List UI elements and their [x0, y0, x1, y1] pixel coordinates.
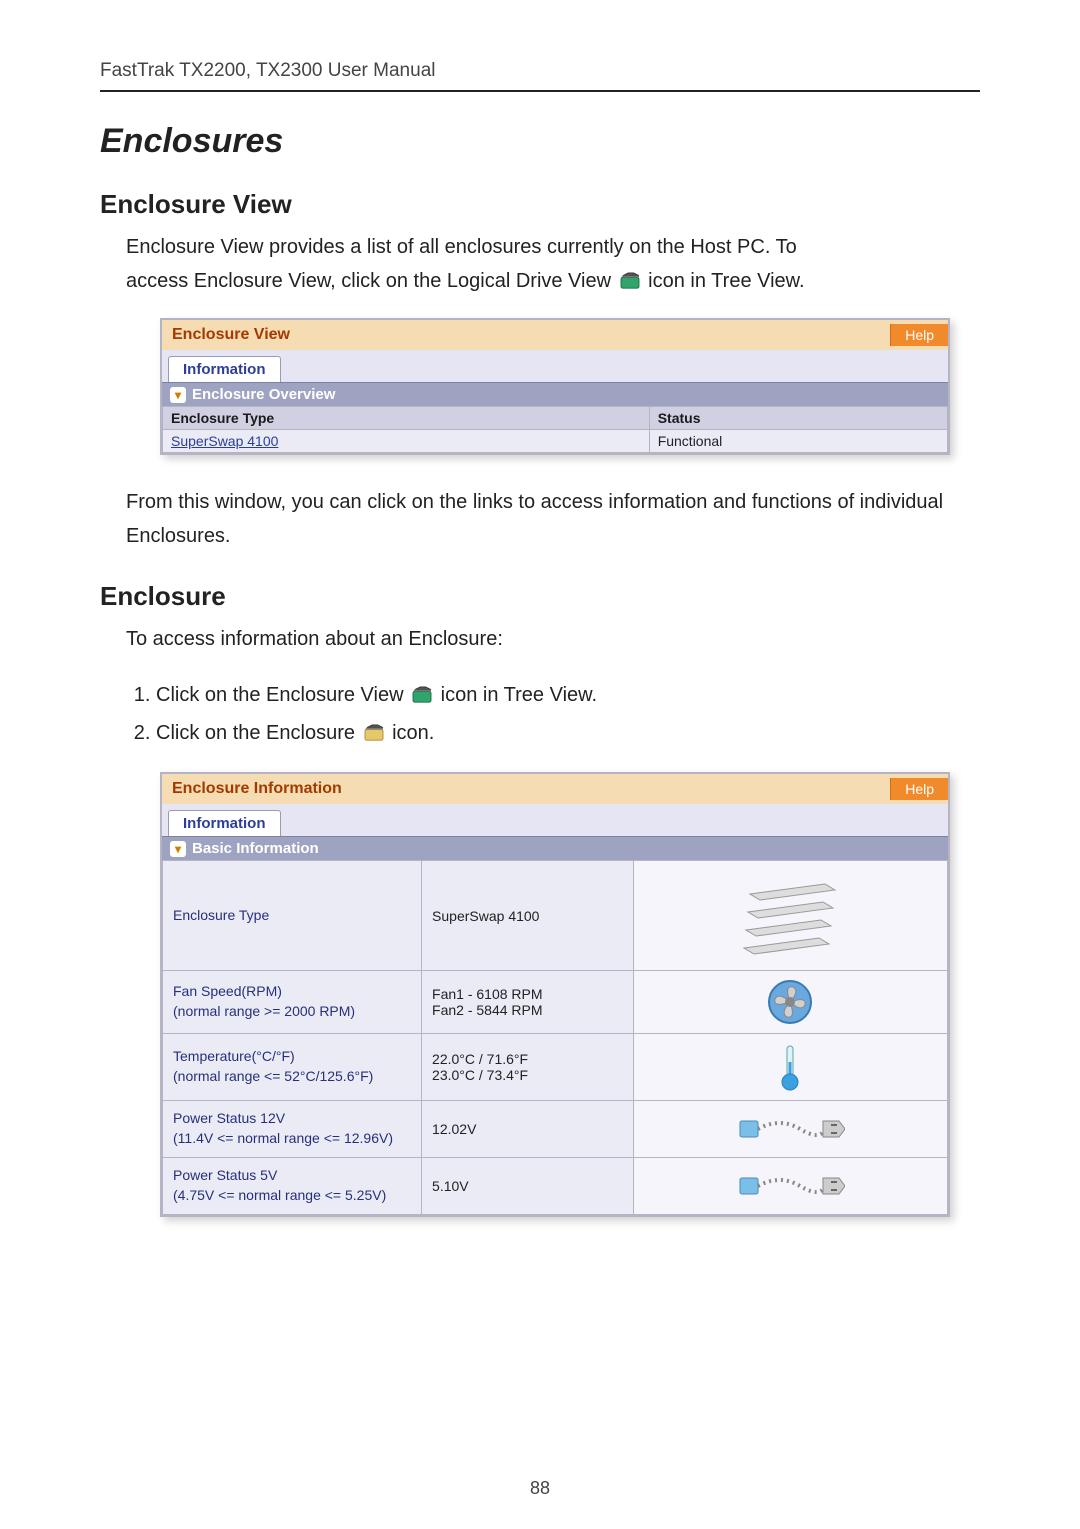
step2-text-b: icon.: [392, 722, 434, 744]
help-button[interactable]: Help: [890, 324, 948, 346]
row-label-type: Enclosure Type: [163, 861, 422, 971]
tab-information[interactable]: Information: [168, 356, 281, 382]
expand-icon: ▾: [170, 841, 186, 857]
p12-label-a: Power Status 12V: [173, 1110, 285, 1126]
panel1-section-bar[interactable]: ▾ Enclosure Overview: [162, 382, 948, 406]
para-intro-1-line2b: icon in Tree View.: [648, 270, 804, 292]
panel1-section-title: Enclosure Overview: [192, 386, 335, 403]
row-value-fan: Fan1 - 6108 RPM Fan2 - 5844 RPM: [422, 971, 634, 1034]
p12-label-b: (11.4V <= normal range <= 12.96V): [173, 1130, 393, 1146]
row-value-type: SuperSwap 4100: [422, 861, 634, 971]
table-row: Fan Speed(RPM) (normal range >= 2000 RPM…: [163, 971, 948, 1034]
step2-text-a: Click on the Enclosure: [156, 722, 361, 744]
enclosure-view-icon: [619, 267, 641, 285]
para-enclosure-intro: To access information about an Enclosure…: [126, 622, 980, 656]
temp-label-a: Temperature(°C/°F): [173, 1048, 295, 1064]
step1-text-a: Click on the Enclosure View: [156, 684, 409, 706]
fan-val-a: Fan1 - 6108 RPM: [432, 986, 543, 1002]
table-header-row: Enclosure Type Status: [163, 407, 948, 430]
enclosure-view-icon: [411, 679, 433, 697]
para-intro-1-line1: Enclosure View provides a list of all en…: [126, 236, 797, 258]
temp-label-b: (normal range <= 52°C/125.6°F): [173, 1068, 373, 1084]
enclosure-status-value: Functional: [649, 430, 947, 453]
page-number: 88: [0, 1478, 1080, 1499]
panel1-titlebar: Enclosure View Help: [162, 320, 948, 350]
table-row: Enclosure Type SuperSwap 4100: [163, 861, 948, 971]
para-intro-1: Enclosure View provides a list of all en…: [126, 230, 980, 298]
p5-label-b: (4.75V <= normal range <= 5.25V): [173, 1187, 386, 1203]
step1-text-b: icon in Tree View.: [441, 684, 597, 706]
power-plug-icon: [633, 1101, 947, 1158]
thermometer-icon: [633, 1034, 947, 1101]
temp-val-b: 23.0°C / 73.4°F: [432, 1067, 528, 1083]
panel2-section-title: Basic Information: [192, 840, 319, 857]
fan-label-a: Fan Speed(RPM): [173, 983, 282, 999]
enclosure-link-superswap[interactable]: SuperSwap 4100: [171, 433, 278, 449]
col-status: Status: [649, 407, 947, 430]
steps-list: Click on the Enclosure View icon in Tree…: [126, 676, 980, 752]
row-label-fan: Fan Speed(RPM) (normal range >= 2000 RPM…: [163, 971, 422, 1034]
col-enclosure-type: Enclosure Type: [163, 407, 650, 430]
temp-val-a: 22.0°C / 71.6°F: [432, 1051, 528, 1067]
panel1-title: Enclosure View: [172, 326, 290, 344]
enclosure-overview-table: Enclosure Type Status SuperSwap 4100 Fun…: [162, 406, 948, 453]
panel2-titlebar: Enclosure Information Help: [162, 774, 948, 804]
table-row: Temperature(°C/°F) (normal range <= 52°C…: [163, 1034, 948, 1101]
row-label-p12: Power Status 12V (11.4V <= normal range …: [163, 1101, 422, 1158]
row-value-temp: 22.0°C / 71.6°F 23.0°C / 73.4°F: [422, 1034, 634, 1101]
expand-icon: ▾: [170, 387, 186, 403]
row-value-p5: 5.10V: [422, 1158, 634, 1215]
page: FastTrak TX2200, TX2300 User Manual Encl…: [0, 0, 1080, 1529]
help-button[interactable]: Help: [890, 778, 948, 800]
para-intro-1-line2a: access Enclosure View, click on the Logi…: [126, 270, 617, 292]
heading-enclosure: Enclosure: [100, 581, 980, 612]
table-row: Power Status 12V (11.4V <= normal range …: [163, 1101, 948, 1158]
list-item: Click on the Enclosure View icon in Tree…: [156, 676, 980, 714]
enclosure-image: [633, 861, 947, 971]
panel-enclosure-view: Enclosure View Help Information ▾ Enclos…: [160, 318, 950, 455]
p5-label-a: Power Status 5V: [173, 1167, 277, 1183]
para-after-panel1: From this window, you can click on the l…: [126, 485, 980, 553]
fan-val-b: Fan2 - 5844 RPM: [432, 1002, 543, 1018]
row-label-p5: Power Status 5V (4.75V <= normal range <…: [163, 1158, 422, 1215]
fan-icon: [633, 971, 947, 1034]
panel2-title: Enclosure Information: [172, 780, 342, 798]
row-label-temp: Temperature(°C/°F) (normal range <= 52°C…: [163, 1034, 422, 1101]
manual-header: FastTrak TX2200, TX2300 User Manual: [100, 60, 980, 92]
heading-enclosure-view: Enclosure View: [100, 189, 980, 220]
tab-information[interactable]: Information: [168, 810, 281, 836]
panel-enclosure-information: Enclosure Information Help Information ▾…: [160, 772, 950, 1217]
panel1-tabrow: Information: [162, 350, 948, 382]
list-item: Click on the Enclosure icon.: [156, 714, 980, 752]
table-row: Power Status 5V (4.75V <= normal range <…: [163, 1158, 948, 1215]
page-section-title: Enclosures: [100, 122, 980, 161]
power-plug-icon: [633, 1158, 947, 1215]
fan-label-b: (normal range >= 2000 RPM): [173, 1003, 355, 1019]
row-value-p12: 12.02V: [422, 1101, 634, 1158]
table-row: SuperSwap 4100 Functional: [163, 430, 948, 453]
basic-information-table: Enclosure Type SuperSwap 4100 Fan: [162, 860, 948, 1215]
panel2-tabrow: Information: [162, 804, 948, 836]
panel2-section-bar[interactable]: ▾ Basic Information: [162, 836, 948, 860]
enclosure-icon: [363, 717, 385, 735]
